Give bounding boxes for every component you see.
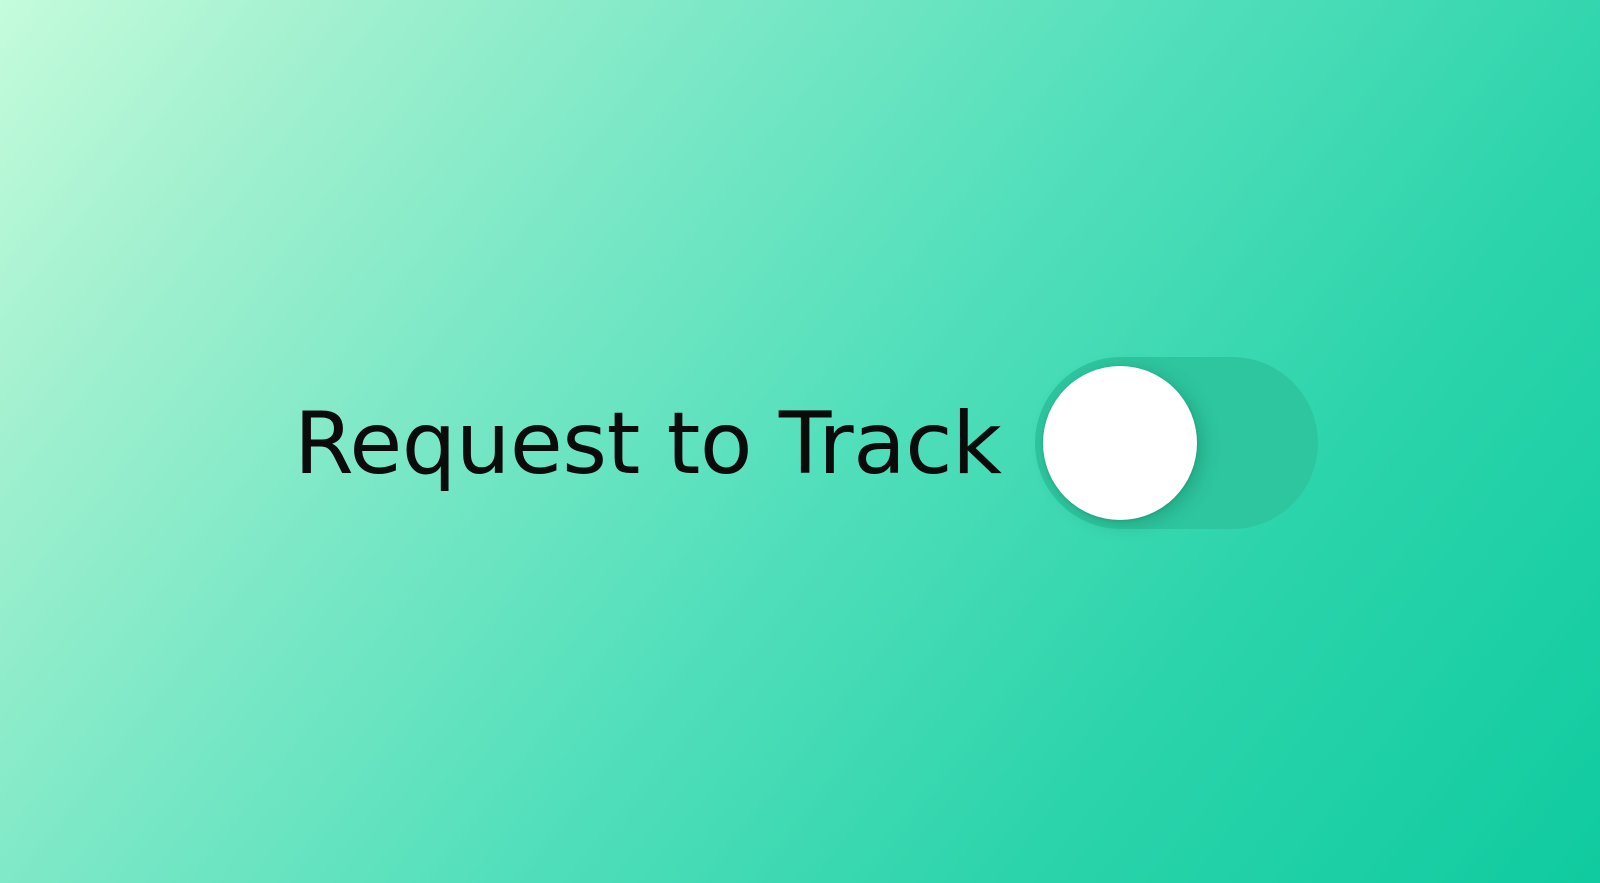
request-to-track-setting-row: Request to Track <box>0 0 1600 883</box>
toggle-knob[interactable] <box>1043 366 1197 520</box>
request-to-track-label: Request to Track <box>294 394 1002 494</box>
background-canvas: Request to Track <box>0 0 1600 883</box>
request-to-track-toggle[interactable] <box>1035 357 1318 529</box>
